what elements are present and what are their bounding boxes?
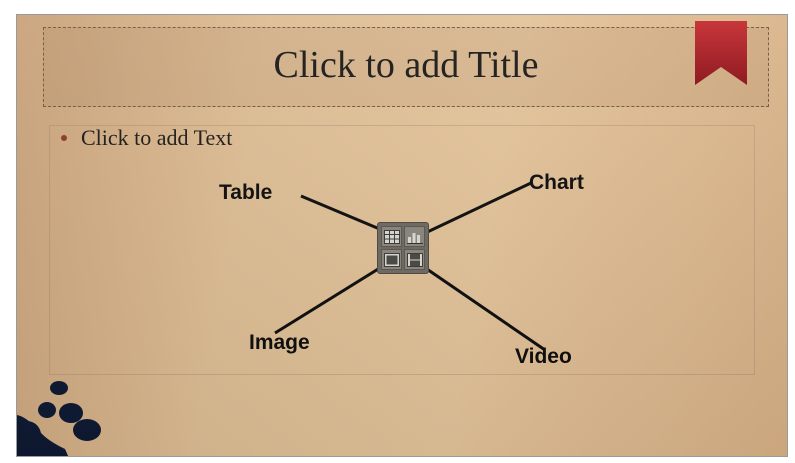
ribbon-bookmark-icon — [695, 21, 747, 85]
callout-line-video — [420, 263, 546, 352]
insert-object-panel — [377, 222, 429, 274]
annotation-image: Image — [249, 331, 310, 354]
insert-image-button[interactable] — [381, 249, 402, 270]
annotation-video: Video — [515, 345, 572, 368]
chart-icon — [406, 232, 423, 244]
ink-splatter-decoration — [17, 381, 101, 456]
annotation-table: Table — [219, 181, 273, 204]
slide-canvas[interactable]: Click to add Title Click to add Text Tab… — [16, 14, 788, 457]
screenshot-frame: Click to add Title Click to add Text Tab… — [0, 0, 795, 463]
insert-chart-button[interactable] — [404, 226, 425, 247]
annotation-chart: Chart — [529, 171, 584, 194]
image-icon — [383, 252, 400, 267]
callout-line-chart — [420, 181, 532, 237]
video-icon — [406, 252, 423, 267]
insert-video-button[interactable] — [404, 249, 425, 270]
insert-table-button[interactable] — [381, 226, 402, 247]
callout-line-table — [300, 194, 390, 235]
callout-line-image — [274, 259, 392, 335]
table-icon — [383, 229, 400, 244]
